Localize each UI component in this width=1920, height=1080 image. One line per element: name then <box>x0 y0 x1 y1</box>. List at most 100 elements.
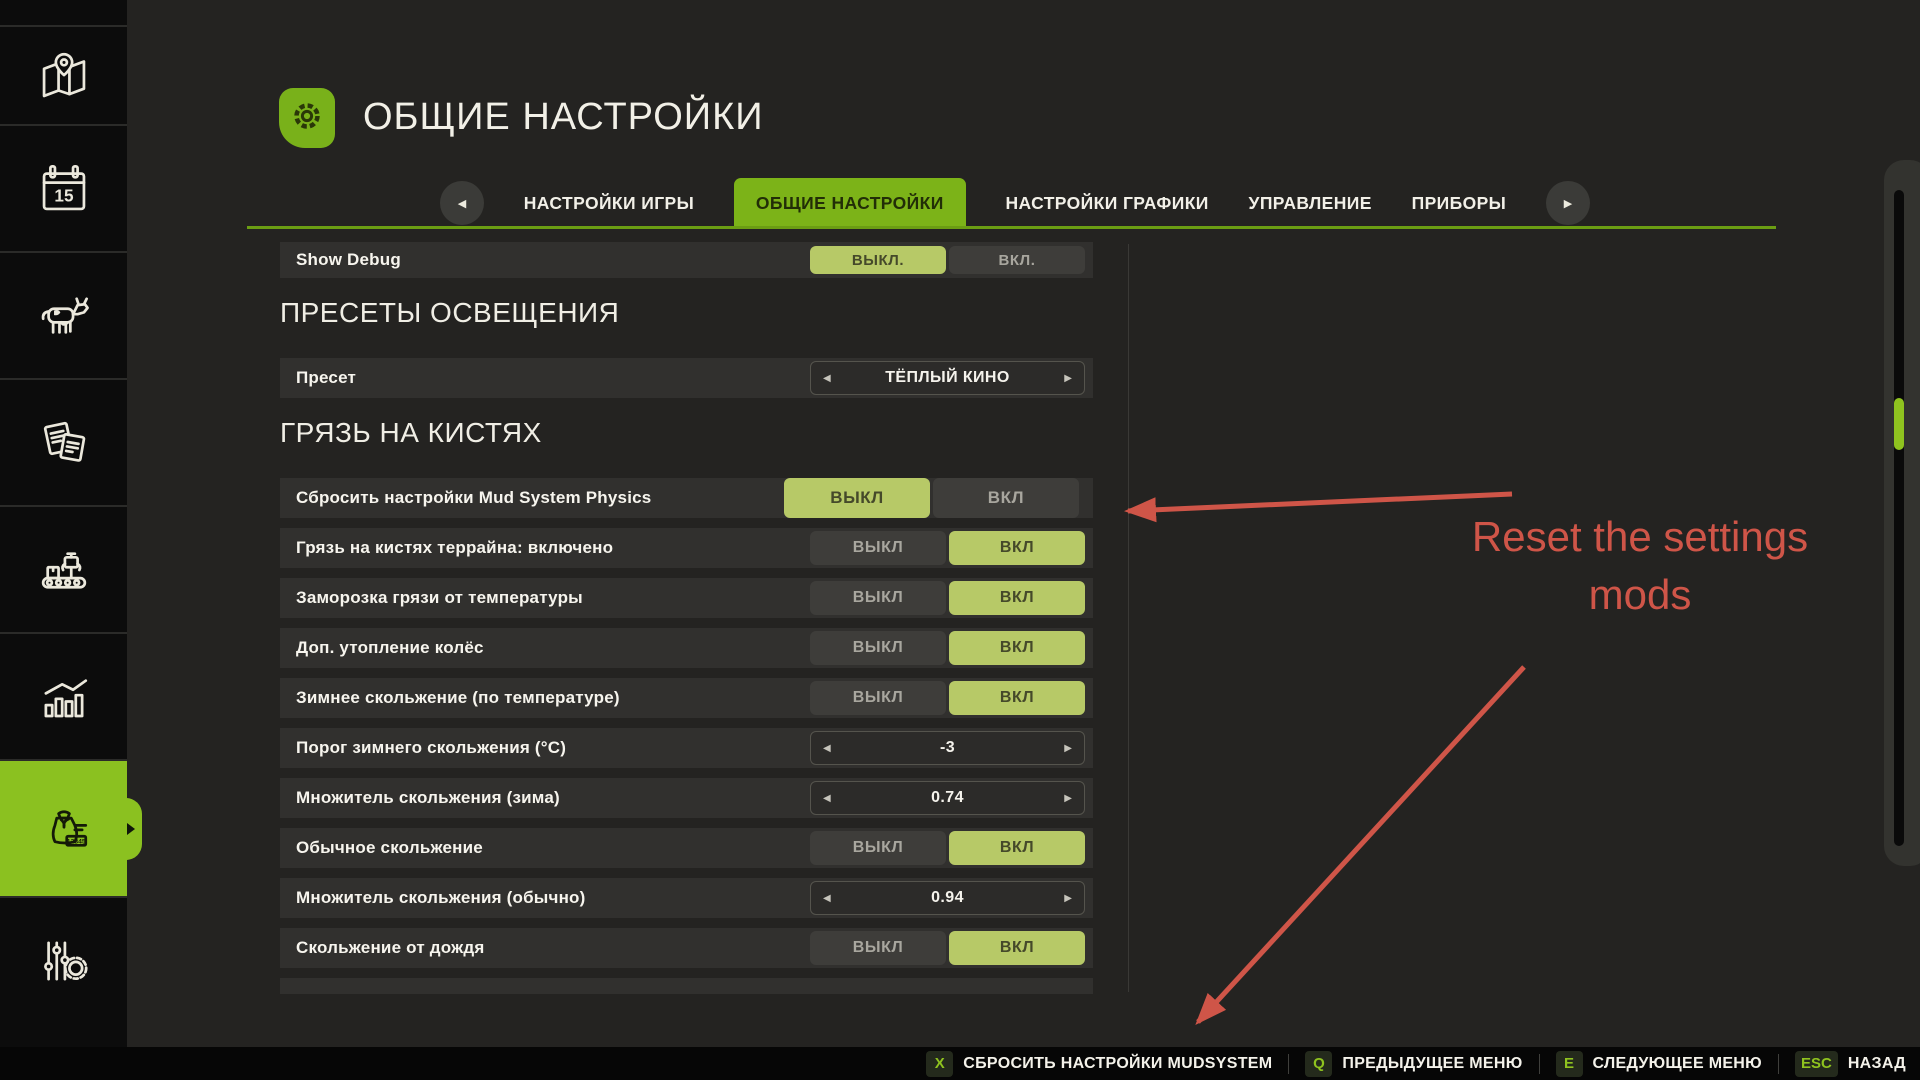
stepper-value: 0.94 <box>833 889 1063 907</box>
scrollbar-thumb[interactable] <box>1894 398 1904 450</box>
statistics-icon <box>35 668 93 726</box>
stepper-value: ТЁПЛЫЙ КИНО <box>833 369 1063 387</box>
sidebar-item-prices[interactable]: 12345 <box>0 759 127 896</box>
setting-control: ВЫКЛВКЛ <box>810 681 1085 715</box>
sidebar: 15 12345 <box>0 0 127 1080</box>
annotation-arrow-to-bottom <box>1198 667 1524 1022</box>
animals-icon <box>35 287 93 345</box>
action-back[interactable]: ESC НАЗАД <box>1795 1051 1906 1077</box>
map-icon <box>35 47 93 105</box>
sidebar-item-map[interactable] <box>0 25 127 124</box>
stepper: ◀-3▶ <box>810 731 1085 765</box>
toggle-off-button[interactable]: ВЫКЛ. <box>810 246 946 274</box>
sidebar-top-spacer <box>0 0 127 25</box>
setting-row-clipped <box>280 978 1093 994</box>
setting-control: ВЫКЛВКЛ <box>784 478 1079 518</box>
toggle-off-button[interactable]: ВЫКЛ <box>810 581 946 615</box>
setting-label: Множитель скольжения (обычно) <box>296 888 586 908</box>
chevron-right-icon: ▶ <box>1564 197 1572 210</box>
setting-label: Скольжение от дождя <box>296 938 484 958</box>
setting-row-winter-slip-threshold: Порог зимнего скольжения (°C)◀-3▶ <box>280 728 1093 768</box>
selected-item-pointer <box>112 798 142 860</box>
toggle-on-button[interactable]: ВКЛ <box>949 581 1085 615</box>
sidebar-item-contracts[interactable] <box>0 378 127 505</box>
toggle-on-button[interactable]: ВКЛ <box>949 831 1085 865</box>
key-badge-e: E <box>1556 1051 1583 1077</box>
action-previous-menu[interactable]: QПРЕДЫДУЩЕЕ МЕНЮ <box>1305 1051 1522 1077</box>
stepper-prev-button[interactable]: ◀ <box>821 741 833 756</box>
tab-general-settings[interactable]: ОБЩИЕ НАСТРОЙКИ <box>734 178 966 228</box>
toggle-on-button[interactable]: ВКЛ <box>949 631 1085 665</box>
setting-control: ◀-3▶ <box>810 731 1085 765</box>
tab-devices[interactable]: ПРИБОРЫ <box>1412 193 1507 214</box>
bottom-bar-divider <box>1778 1054 1779 1074</box>
setting-row-preset: Пресет ◀ТЁПЛЫЙ КИНО▶ <box>280 358 1093 398</box>
tab-graphics-settings[interactable]: НАСТРОЙКИ ГРАФИКИ <box>1005 193 1208 214</box>
annotation-line-2: mods <box>1290 566 1920 624</box>
stepper: ◀0.74▶ <box>810 781 1085 815</box>
sidebar-item-animals[interactable] <box>0 251 127 378</box>
setting-control: ВЫКЛВКЛ <box>810 581 1085 615</box>
sidebar-item-game-settings[interactable] <box>0 896 127 1023</box>
settings-panel: Show Debug ВЫКЛ.ВКЛ. ПРЕСЕТЫ ОСВЕЩЕНИЯ Прес… <box>280 242 1093 994</box>
setting-label: Сбросить настройки Mud System Physics <box>296 488 651 508</box>
setting-control: ◀0.94▶ <box>810 881 1085 915</box>
stepper-prev-button[interactable]: ◀ <box>821 791 833 806</box>
section-header: ГРЯЗЬ НА КИСТЯХ <box>280 416 1093 450</box>
toggle-off-button[interactable]: ВЫКЛ <box>784 478 930 518</box>
setting-control: ВЫКЛВКЛ <box>810 931 1085 965</box>
key-badge-esc: ESC <box>1795 1051 1838 1077</box>
toggle-on-button[interactable]: ВКЛ <box>949 681 1085 715</box>
key-badge-q: Q <box>1305 1051 1332 1077</box>
toggle-on-button[interactable]: ВКЛ <box>949 931 1085 965</box>
setting-control: ВЫКЛ.ВКЛ. <box>810 246 1085 274</box>
bottom-bar: XСБРОСИТЬ НАСТРОЙКИ MUDSYSTEM QПРЕДЫДУЩЕЕ… <box>0 1047 1920 1080</box>
sidebar-item-calendar[interactable]: 15 <box>0 124 127 251</box>
setting-control: ВЫКЛВКЛ <box>810 831 1085 865</box>
stepper-next-button[interactable]: ▶ <box>1062 891 1074 906</box>
tab-game-settings[interactable]: НАСТРОЙКИ ИГРЫ <box>524 193 694 214</box>
toggle-off-button[interactable]: ВЫКЛ <box>810 631 946 665</box>
stepper-next-button[interactable]: ▶ <box>1062 741 1074 756</box>
action-reset-mudsystem[interactable]: XСБРОСИТЬ НАСТРОЙКИ MUDSYSTEM <box>926 1051 1272 1077</box>
section-header: ПРЕСЕТЫ ОСВЕЩЕНИЯ <box>280 296 1093 330</box>
stepper-prev-button[interactable]: ◀ <box>821 371 833 386</box>
setting-row-rain-slip: Скольжение от дождя ВЫКЛВКЛ <box>280 928 1093 968</box>
annotation-line-1: Reset the settings <box>1290 508 1920 566</box>
setting-label: Пресет <box>296 368 356 388</box>
content-divider <box>1128 244 1129 992</box>
tab-controls[interactable]: УПРАВЛЕНИЕ <box>1249 193 1372 214</box>
toggle-off-button[interactable]: ВЫКЛ <box>810 531 946 565</box>
tab-bar: ◀ НАСТРОЙКИ ИГРЫ ОБЩИЕ НАСТРОЙКИ НАСТРОЙКИ … <box>440 178 1590 228</box>
setting-label: Show Debug <box>296 250 401 270</box>
stepper: ◀ТЁПЛЫЙ КИНО▶ <box>810 361 1085 395</box>
setting-label: Грязь на кистях террайна: включено <box>296 538 613 558</box>
setting-row-winter-slip: Зимнее скольжение (по температуре)ВЫКЛВК… <box>280 678 1093 718</box>
setting-row-winter-slip-mult: Множитель скольжения (зима)◀0.74▶ <box>280 778 1093 818</box>
toggle-off-button[interactable]: ВЫКЛ <box>810 931 946 965</box>
sidebar-item-production[interactable] <box>0 505 127 632</box>
setting-label: Обычное скольжение <box>296 838 483 858</box>
action-next-menu[interactable]: EСЛЕДУЮЩЕЕ МЕНЮ <box>1556 1051 1762 1077</box>
setting-control: ВЫКЛВКЛ <box>810 631 1085 665</box>
toggle-on-button[interactable]: ВКЛ <box>949 531 1085 565</box>
stepper: ◀0.94▶ <box>810 881 1085 915</box>
stepper-prev-button[interactable]: ◀ <box>821 891 833 906</box>
tab-next-button[interactable]: ▶ <box>1546 181 1590 225</box>
sidebar-item-statistics[interactable] <box>0 632 127 759</box>
toggle-on-button[interactable]: ВКЛ. <box>949 246 1085 274</box>
toggle-off-button[interactable]: ВЫКЛ <box>810 681 946 715</box>
sliders-gear-icon <box>35 932 93 990</box>
setting-label: Заморозка грязи от температуры <box>296 588 583 608</box>
svg-text:12345: 12345 <box>66 838 85 845</box>
scrollbar-track[interactable] <box>1894 190 1904 846</box>
toggle-off-button[interactable]: ВЫКЛ <box>810 831 946 865</box>
setting-row-show-debug: Show Debug ВЫКЛ.ВКЛ. <box>280 242 1093 278</box>
gear-icon <box>289 98 325 139</box>
action-label: НАЗАД <box>1848 1055 1906 1073</box>
setting-row-normal-slip-mult: Множитель скольжения (обычно) ◀0.94▶ <box>280 878 1093 918</box>
tab-prev-button[interactable]: ◀ <box>440 181 484 225</box>
stepper-next-button[interactable]: ▶ <box>1062 371 1074 386</box>
toggle-on-button[interactable]: ВКЛ <box>933 478 1079 518</box>
stepper-next-button[interactable]: ▶ <box>1062 791 1074 806</box>
